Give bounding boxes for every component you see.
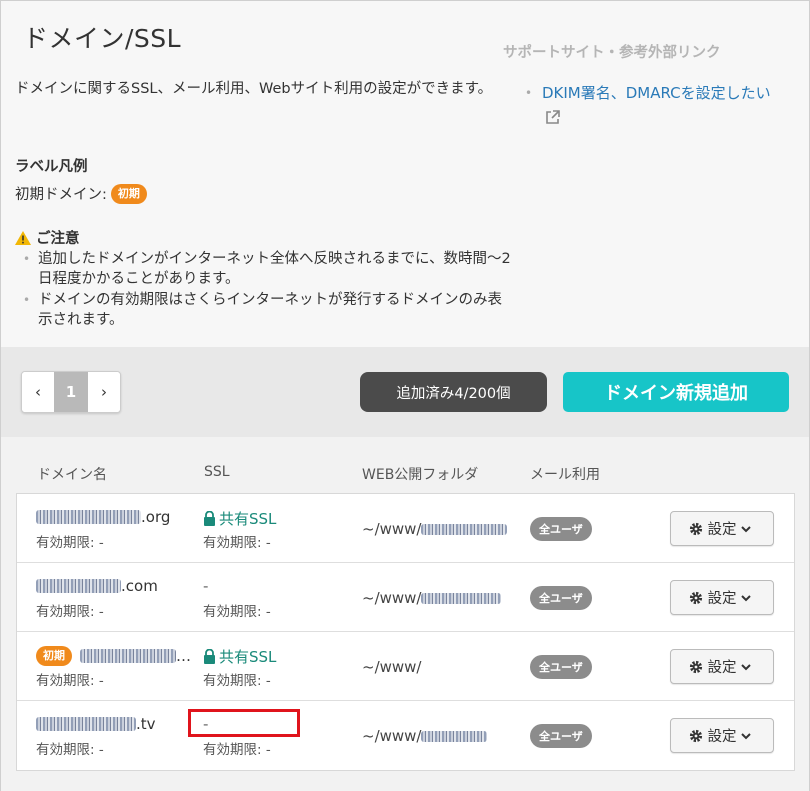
ssl-status[interactable]: 共有SSL [203, 508, 276, 529]
next-page-button[interactable]: › [88, 372, 120, 412]
legend-row: 初期ドメイン: 初期 [15, 183, 147, 204]
settings-label: 設定 [707, 591, 737, 607]
bullet-icon: • [525, 86, 533, 100]
web-folder-path: ~/www/ [362, 520, 422, 538]
settings-button[interactable]: 設定 [670, 718, 774, 753]
chevron-down-icon [740, 594, 751, 601]
column-header-web-folder: WEB公開フォルダ [362, 467, 479, 483]
masked-folder [421, 730, 488, 742]
table-row: .org 有効期限: - 共有SSL 有効期限: - ~/www/ 全ユーザ 設… [17, 494, 794, 563]
legend-label: 初期ドメイン: [15, 187, 107, 203]
lock-icon [204, 511, 215, 526]
column-header-mail: メール利用 [530, 467, 600, 483]
domain-expire: 有効期限: - [36, 604, 104, 620]
mail-usage-badge: 全ユーザ [530, 724, 592, 748]
page-title: ドメイン/SSL [23, 24, 182, 53]
domain-count: 追加済み4/200個 [360, 372, 547, 412]
domain-suffix: .org [141, 508, 171, 526]
domain-expire: 有効期限: - [36, 673, 104, 689]
web-folder: ~/www/ [362, 589, 502, 607]
web-folder: ~/www/ [362, 658, 421, 676]
masked-domain [80, 649, 176, 663]
settings-button[interactable]: 設定 [670, 649, 774, 684]
table-row: .com 有効期限: - - 有効期限: - ~/www/ 全ユーザ 設定 [17, 563, 794, 632]
notice-title: ご注意 [15, 227, 80, 248]
support-title: サポートサイト・参考外部リンク [503, 45, 721, 61]
masked-domain [36, 717, 136, 731]
masked-folder [421, 523, 508, 535]
notice-title-text: ご注意 [36, 231, 80, 247]
chevron-down-icon [740, 525, 751, 532]
web-folder-path: ~/www/ [362, 658, 422, 676]
settings-label: 設定 [707, 522, 737, 538]
web-folder-path: ~/www/ [362, 727, 422, 745]
add-domain-button[interactable]: ドメイン新規追加 [563, 372, 789, 412]
ssl-status[interactable]: - [203, 577, 208, 595]
masked-domain [36, 579, 121, 593]
lock-icon [204, 649, 215, 664]
table-row: 初期 … 有効期限: - 共有SSL 有効期限: - ~/www/ 全ユーザ 設… [17, 632, 794, 701]
ssl-expire: 有効期限: - [203, 535, 271, 551]
settings-button[interactable]: 設定 [670, 511, 774, 546]
settings-button[interactable]: 設定 [670, 580, 774, 615]
web-folder: ~/www/ [362, 727, 488, 745]
warning-icon [15, 230, 31, 245]
gear-icon [689, 522, 702, 535]
current-page[interactable]: 1 [54, 372, 88, 412]
domain-name: .tv [36, 715, 156, 733]
domain-suffix: .tv [136, 715, 156, 733]
ssl-expire: 有効期限: - [203, 673, 271, 689]
chevron-down-icon [740, 732, 751, 739]
ssl-label: 共有SSL [219, 510, 277, 528]
support-link-item: • DKIM署名、DMARCを設定したい [525, 81, 795, 105]
initial-badge: 初期 [36, 646, 72, 666]
domain-suffix: … [176, 647, 191, 665]
column-header-ssl: SSL [204, 464, 230, 480]
domain-expire: 有効期限: - [36, 535, 104, 551]
mail-usage-badge: 全ユーザ [530, 586, 592, 610]
dkim-dmarc-link[interactable]: DKIM署名、DMARCを設定したい [525, 81, 795, 105]
settings-label: 設定 [707, 660, 737, 676]
ssl-expire: 有効期限: - [203, 604, 271, 620]
ssl-label: - [203, 577, 209, 595]
pagination: ‹ 1 › [21, 371, 121, 413]
web-folder-path: ~/www/ [362, 589, 422, 607]
mail-usage-badge: 全ユーザ [530, 517, 592, 541]
ssl-expire: 有効期限: - [203, 742, 271, 758]
mail-usage-badge: 全ユーザ [530, 655, 592, 679]
domain-name: .org [36, 508, 170, 526]
external-link-icon[interactable] [544, 109, 561, 126]
ssl-label: 共有SSL [219, 648, 277, 666]
domain-expire: 有効期限: - [36, 742, 104, 758]
domain-name: .com [36, 577, 158, 595]
web-folder: ~/www/ [362, 520, 508, 538]
legend-title: ラベル凡例 [15, 159, 88, 175]
highlight-box [188, 709, 300, 737]
domain-table: .org 有効期限: - 共有SSL 有効期限: - ~/www/ 全ユーザ 設… [16, 493, 795, 771]
gear-icon [689, 729, 702, 742]
gear-icon [689, 591, 702, 604]
column-header-domain: ドメイン名 [37, 467, 107, 483]
gear-icon [689, 660, 702, 673]
domain-suffix: .com [121, 577, 158, 595]
page-description: ドメインに関するSSL、メール利用、Webサイト利用の設定ができます。 [15, 81, 493, 97]
settings-label: 設定 [707, 729, 737, 745]
notice-item: ドメインの有効期限はさくらインターネットが発行するドメインのみ表示されます。 [23, 290, 513, 330]
chevron-down-icon [740, 663, 751, 670]
masked-folder [421, 592, 502, 604]
domain-name: 初期 … [36, 646, 191, 666]
notice-list: 追加したドメインがインターネット全体へ反映されるまでに、数時間〜2日程度かかるこ… [23, 249, 513, 331]
prev-page-button[interactable]: ‹ [22, 372, 54, 412]
masked-domain [36, 510, 141, 524]
notice-item: 追加したドメインがインターネット全体へ反映されるまでに、数時間〜2日程度かかるこ… [23, 249, 513, 289]
table-row: .tv 有効期限: - - 有効期限: - ~/www/ 全ユーザ 設定 [17, 701, 794, 770]
initial-badge: 初期 [110, 183, 147, 204]
ssl-status[interactable]: 共有SSL [203, 646, 276, 667]
